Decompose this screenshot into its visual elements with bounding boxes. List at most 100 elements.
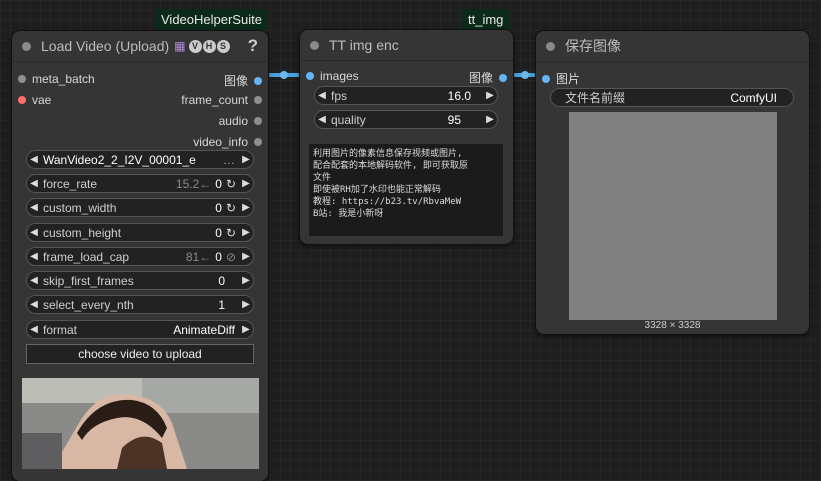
arrow-right-icon[interactable]: ▶	[239, 275, 253, 286]
save-image-node[interactable]: 保存图像 图片 文件名前缀 ComfyUI 3328 × 3328	[536, 31, 809, 334]
slot-row-1: meta_batch 图像	[12, 68, 268, 89]
load-video-header[interactable]: Load Video (Upload) ▦ V H S ?	[12, 31, 268, 62]
widget-label: select_every_nth	[43, 297, 134, 312]
arrow-left-icon[interactable]: ◀	[27, 227, 41, 238]
widget-quality[interactable]: ◀ quality 95 ▶	[314, 110, 498, 129]
video-select[interactable]: ◀ WanVideo2_2_I2V_00001_e … ▶	[26, 150, 254, 169]
video-ellipsis: …	[223, 152, 235, 167]
widget-skip-first-frames[interactable]: ◀ skip_first_frames 0 ▶	[26, 271, 254, 290]
widget-value: 0	[215, 200, 222, 215]
widget-select-every-nth[interactable]: ◀ select_every_nth 1 ▶	[26, 295, 254, 314]
slot-dot-icon	[254, 76, 262, 85]
collapse-dot-icon[interactable]	[310, 40, 319, 50]
arrow-right-icon[interactable]: ▶	[239, 178, 253, 189]
slot-row-2: vae frame_count	[12, 89, 268, 110]
info-line: 配合配套的本地解码软件, 即可获取原	[313, 161, 468, 171]
widget-force-rate[interactable]: ◀ force_rate 15.2← 0 ↻ ▶	[26, 174, 254, 193]
input-meta-batch[interactable]: meta_batch	[18, 72, 95, 86]
widget-value: 95	[447, 112, 461, 127]
reset-icon[interactable]: ↻	[226, 177, 236, 191]
widget-label: format	[43, 322, 78, 337]
widget-fps[interactable]: ◀ fps 16.0 ▶	[314, 86, 498, 105]
reset-icon[interactable]: ↻	[226, 226, 236, 240]
arrow-right-icon[interactable]: ▶	[239, 251, 253, 262]
arrow-left-icon[interactable]: ◀	[315, 114, 329, 125]
info-textarea[interactable]: 利用图片的像素信息保存视频或图片, 配合配套的本地解码软件, 即可获取原 文件 …	[309, 144, 503, 236]
ttimg-badge: tt_img	[462, 9, 510, 30]
slot-label: vae	[32, 93, 52, 107]
widget-label: fps	[331, 88, 348, 103]
widget-custom-width[interactable]: ◀ custom_width 0 ↻ ▶	[26, 198, 254, 217]
node-title: Load Video (Upload)	[41, 38, 170, 54]
widget-label: quality	[331, 112, 366, 127]
node-title: TT img enc	[329, 37, 399, 53]
arrow-right-icon[interactable]: ▶	[239, 202, 253, 213]
info-line: 即使被RH加了水印也能正常解码	[313, 185, 441, 195]
widget-value: AnimateDiff	[173, 322, 235, 337]
slot-label: 图像	[223, 74, 248, 88]
widget-custom-height[interactable]: ◀ custom_height 0 ↻ ▶	[26, 223, 254, 242]
output-audio[interactable]: audio	[219, 114, 262, 128]
widget-frame-load-cap[interactable]: ◀ frame_load_cap 81← 0 ⊘ ▶	[26, 247, 254, 266]
image-size-label: 3328 × 3328	[644, 320, 701, 331]
collapse-dot-icon[interactable]	[546, 41, 555, 51]
letter-badge-h: H	[202, 39, 216, 53]
arrow-right-icon[interactable]: ▶	[483, 90, 497, 101]
arrow-right-icon[interactable]: ▶	[239, 299, 253, 310]
output-image[interactable]: 图像	[224, 72, 262, 89]
widget-hint: 81←	[185, 249, 212, 264]
arrow-left-icon[interactable]: ◀	[27, 202, 41, 213]
arrow-right-icon[interactable]: ▶	[239, 154, 253, 165]
output-frame-count[interactable]: frame_count	[181, 93, 262, 107]
slot-dot-icon	[254, 96, 262, 104]
input-vae[interactable]: vae	[18, 93, 51, 107]
widget-value: 0	[218, 273, 225, 288]
arrow-left-icon[interactable]: ◀	[315, 90, 329, 101]
slot-label: images	[320, 69, 359, 83]
slot-row-3: audio	[12, 110, 268, 131]
video-preview	[22, 378, 259, 469]
slot-dot-icon	[18, 96, 26, 104]
slot-dot-icon	[254, 117, 262, 125]
slot-dot-icon	[254, 138, 262, 146]
info-line: B站: 我是小新呀	[313, 209, 384, 219]
slot-label: frame_count	[181, 93, 248, 107]
arrow-left-icon[interactable]: ◀	[27, 178, 41, 189]
reset-icon[interactable]: ↻	[226, 201, 236, 215]
link-midpoint-dot	[521, 71, 529, 79]
upload-video-button[interactable]: choose video to upload	[26, 344, 254, 364]
collapse-dot-icon[interactable]	[22, 41, 31, 51]
info-line: 利用图片的像素信息保存视频或图片,	[313, 149, 463, 159]
arrow-left-icon[interactable]: ◀	[27, 251, 41, 262]
arrow-right-icon[interactable]: ▶	[239, 324, 253, 335]
slot-dot-icon	[499, 73, 507, 82]
tt-img-enc-header[interactable]: TT img enc	[300, 30, 513, 61]
slot-dot-icon	[306, 72, 314, 80]
input-images[interactable]: images	[306, 69, 359, 83]
arrow-left-icon[interactable]: ◀	[27, 324, 41, 335]
save-image-header[interactable]: 保存图像	[536, 31, 809, 62]
widget-filename-prefix[interactable]: 文件名前缀 ComfyUI	[550, 88, 794, 107]
load-video-node[interactable]: Load Video (Upload) ▦ V H S ? meta_batch…	[12, 31, 268, 481]
arrow-left-icon[interactable]: ◀	[27, 299, 41, 310]
output-video-info[interactable]: video_info	[193, 135, 262, 149]
arrow-right-icon[interactable]: ▶	[483, 114, 497, 125]
widget-value: 16.0	[447, 88, 471, 103]
arrow-left-icon[interactable]: ◀	[27, 275, 41, 286]
letter-badge-v: V	[188, 39, 202, 53]
input-images[interactable]: 图片	[542, 70, 580, 87]
help-icon[interactable]: ?	[248, 36, 258, 56]
output-image[interactable]: 图像	[469, 69, 507, 86]
video-name: WanVideo2_2_I2V_00001_e	[43, 152, 196, 167]
disable-icon[interactable]: ⊘	[226, 250, 236, 264]
widget-format[interactable]: ◀ format AnimateDiff ▶	[26, 320, 254, 339]
output-image-preview	[569, 112, 777, 320]
tt-img-enc-node[interactable]: TT img enc images 图像 ◀ fps 16.0 ▶ ◀ qual…	[300, 30, 513, 244]
widget-label: custom_width	[43, 200, 117, 215]
arrow-right-icon[interactable]: ▶	[239, 227, 253, 238]
slot-label: video_info	[193, 135, 248, 149]
widget-value: 0	[215, 249, 222, 264]
arrow-left-icon[interactable]: ◀	[27, 154, 41, 165]
vhs-letter-badges: V H S	[188, 39, 230, 53]
widget-label: force_rate	[43, 176, 98, 191]
